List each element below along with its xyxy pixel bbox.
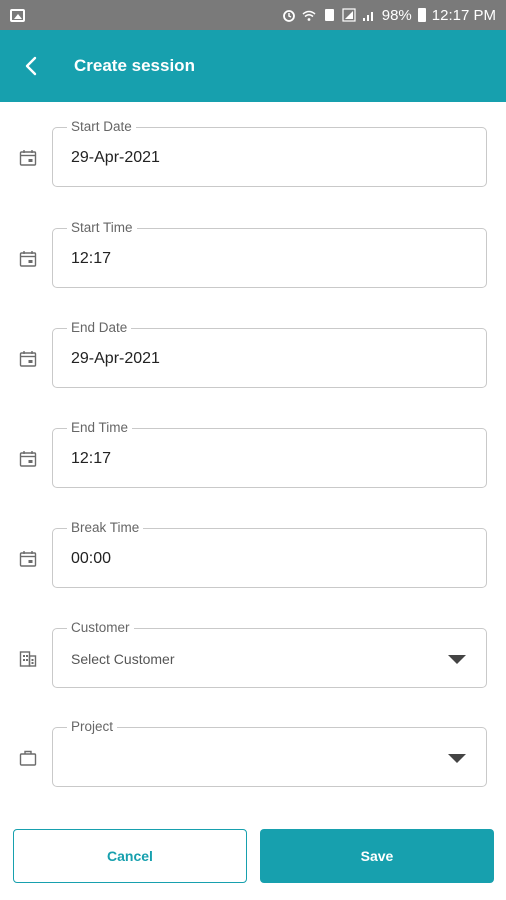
end-date-field[interactable]: End Date 29-Apr-2021 <box>52 320 487 388</box>
start-date-field[interactable]: Start Date 29-Apr-2021 <box>52 119 487 187</box>
calendar-icon <box>19 251 37 267</box>
dropdown-arrow-icon <box>448 754 466 763</box>
end-date-label: End Date <box>67 320 132 336</box>
customer-label: Customer <box>67 620 134 636</box>
alarm-icon <box>282 10 295 22</box>
break-time-field[interactable]: Break Time 00:00 <box>52 520 487 588</box>
status-bar: 98% 12:17 PM <box>0 0 506 30</box>
app-bar: Create session <box>0 30 506 102</box>
building-icon <box>19 651 37 667</box>
break-time-value: 00:00 <box>71 550 112 567</box>
project-label: Project <box>67 719 118 735</box>
start-date-label: Start Date <box>67 119 136 135</box>
start-time-field[interactable]: Start Time 12:17 <box>52 220 487 288</box>
start-date-row: Start Date 29-Apr-2021 <box>0 119 506 189</box>
calendar-icon <box>19 351 37 367</box>
end-time-field[interactable]: End Time 12:17 <box>52 420 487 488</box>
calendar-icon <box>19 150 37 166</box>
end-time-label: End Time <box>67 420 133 436</box>
project-row: Project <box>0 719 506 789</box>
cancel-button[interactable]: Cancel <box>13 829 247 883</box>
save-button[interactable]: Save <box>260 829 494 883</box>
end-date-value: 29-Apr-2021 <box>71 350 160 367</box>
end-date-row: End Date 29-Apr-2021 <box>0 320 506 390</box>
gallery-notification-icon <box>10 8 25 22</box>
customer-placeholder: Select Customer <box>71 651 175 667</box>
status-right: 98% 12:17 PM <box>282 7 496 24</box>
start-time-label: Start Time <box>67 220 137 236</box>
back-arrow-icon <box>25 56 37 76</box>
start-time-value: 12:17 <box>71 250 112 267</box>
status-left <box>10 8 282 22</box>
customer-row: Customer Select Customer <box>0 620 506 690</box>
start-date-value: 29-Apr-2021 <box>71 149 160 166</box>
back-button[interactable] <box>0 30 62 102</box>
status-time: 12:17 PM <box>431 6 496 24</box>
battery-icon <box>417 8 426 22</box>
signal-bars-icon <box>362 12 373 21</box>
briefcase-icon <box>19 750 37 766</box>
sim-icon <box>324 9 334 21</box>
calendar-icon <box>19 451 37 467</box>
break-time-label: Break Time <box>67 520 144 536</box>
dropdown-arrow-icon <box>448 655 466 664</box>
start-time-row: Start Time 12:17 <box>0 220 506 290</box>
customer-select[interactable]: Customer Select Customer <box>52 620 487 688</box>
end-time-value: 12:17 <box>71 450 112 467</box>
signal-icon <box>342 8 356 22</box>
project-select[interactable]: Project <box>52 719 487 787</box>
calendar-icon <box>19 551 37 567</box>
battery-percent: 98% <box>381 6 412 24</box>
break-time-row: Break Time 00:00 <box>0 520 506 590</box>
end-time-row: End Time 12:17 <box>0 420 506 490</box>
wifi-icon <box>302 10 316 21</box>
page-title: Create session <box>74 56 195 75</box>
